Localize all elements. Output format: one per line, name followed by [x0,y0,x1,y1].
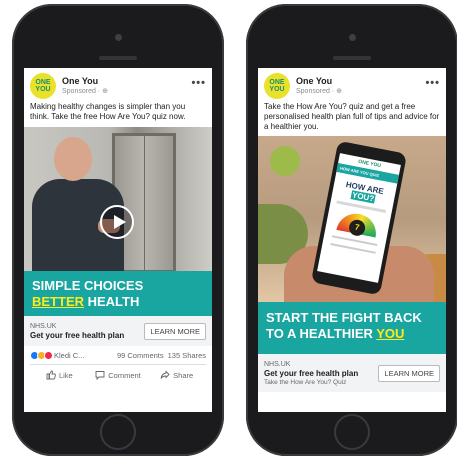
ad-image[interactable]: ONE YOU HOW ARE YOU QUIZ HOW ARE YOU? 7 [258,136,446,302]
post-actions: Like Comment Share [30,364,206,380]
one-you-logo[interactable]: ONE YOU [264,73,290,99]
banner-line-1: SIMPLE CHOICES [32,278,144,293]
health-gauge: 7 [336,210,380,238]
one-you-logo[interactable]: ONE YOU [30,73,56,99]
share-button[interactable]: Share [147,370,206,380]
speaker-grille [333,56,371,60]
cta-text: NHS.UK Get your free health plan [30,322,144,341]
comment-icon [95,371,105,380]
man-head [54,137,92,181]
post-header-text: One You Sponsored · ⊕ [296,76,425,96]
post-header: ONE YOU One You Sponsored · ⊕ ••• [258,68,446,102]
home-button[interactable] [334,414,370,450]
post-header-text: One You Sponsored · ⊕ [62,76,191,96]
phone-screen-left: ONE YOU One You Sponsored · ⊕ ••• Making… [24,68,212,412]
link-domain: NHS.UK [30,322,57,330]
logo-text-one: ONE [35,79,51,86]
cta-row[interactable]: NHS.UK Get your free health plan LEARN M… [24,316,212,346]
banner-word-better: BETTER [32,294,84,309]
share-label: Share [173,370,194,380]
page-name-link[interactable]: One You [296,76,425,87]
comment-button[interactable]: Comment [89,370,148,380]
post-caption: Making healthy changes is simpler than y… [30,102,186,121]
banner-line-2: TO A HEALTHIER YOU [266,326,438,342]
learn-more-button[interactable]: LEARN MORE [144,322,206,340]
reactions-bar: Kledi C... 99 Comments 135 Shares [24,346,212,364]
link-headline: Get your free health plan [264,368,359,378]
page-name-link[interactable]: One You [62,76,191,87]
link-headline: Get your free health plan [30,330,125,340]
ad-video[interactable] [24,127,212,271]
ad-banner: START THE FIGHT BACK TO A HEALTHIER YOU [258,302,446,354]
banner-word-you: YOU [376,326,405,341]
share-count[interactable]: 135 Shares [168,351,206,360]
comment-count[interactable]: 99 Comments [117,351,164,360]
home-button[interactable] [100,414,136,450]
like-button[interactable]: Like [30,370,89,380]
apple-image [270,146,300,176]
speaker-grille [99,56,137,60]
gauge-value: 7 [347,218,367,238]
link-description: Take the How Are You? Quiz [264,378,347,386]
quiz-text-line [330,243,376,254]
thumbs-up-icon [46,370,56,380]
logo-text-one: ONE [269,79,285,86]
camera-icon [115,34,122,41]
link-domain: NHS.UK [264,360,291,368]
more-options-icon[interactable]: ••• [425,77,440,95]
banner-line-1: START THE FIGHT BACK [266,310,422,325]
phone-screen-right: ONE YOU One You Sponsored · ⊕ ••• Take t… [258,68,446,412]
more-options-icon[interactable]: ••• [191,77,206,95]
banner-line-2: BETTER HEALTH [32,294,204,310]
cta-row[interactable]: NHS.UK Get your free health plan Take th… [258,354,446,392]
learn-more-button[interactable]: LEARN MORE [378,364,440,382]
camera-icon [349,34,356,41]
comment-label: Comment [108,370,141,380]
post-header: ONE YOU One You Sponsored · ⊕ ••• [24,68,212,102]
banner-line-2a: TO A HEALTHIER [266,326,377,341]
phone-left: ONE YOU One You Sponsored · ⊕ ••• Making… [12,4,224,456]
logo-text-you: YOU [269,86,285,93]
cta-text: NHS.UK Get your free health plan Take th… [264,360,378,387]
like-label: Like [58,370,73,380]
play-icon[interactable] [100,205,134,239]
reaction-icons[interactable] [30,351,53,360]
ad-banner: SIMPLE CHOICES BETTER HEALTH [24,271,212,316]
share-icon [160,370,170,379]
banner-word-health: HEALTH [84,294,140,309]
reaction-names[interactable]: Kledi C... [54,351,113,360]
sponsored-label: Sponsored · ⊕ [62,88,108,95]
sponsored-label: Sponsored · ⊕ [296,88,342,95]
logo-text-you: YOU [35,86,51,93]
phone-right: ONE YOU One You Sponsored · ⊕ ••• Take t… [246,4,457,456]
love-reaction-icon [44,351,53,360]
post-caption: Take the How Are You? quiz and get a fre… [264,102,440,131]
